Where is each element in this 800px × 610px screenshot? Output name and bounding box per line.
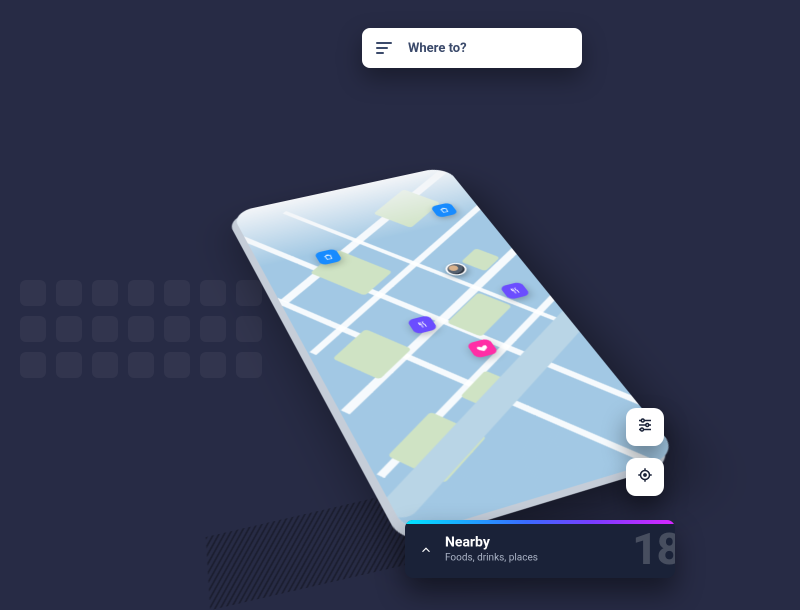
nearby-title: Nearby: [445, 535, 538, 551]
nearby-card[interactable]: Nearby Foods, drinks, places 18: [405, 520, 675, 578]
crosshair-icon: [636, 466, 654, 488]
utensils-icon: [413, 318, 431, 332]
search-bar[interactable]: Where to?: [362, 28, 582, 68]
map-view[interactable]: [231, 166, 679, 536]
map-road: [341, 210, 560, 414]
map-park: [333, 329, 412, 379]
map-road: [377, 253, 598, 478]
utensils-icon: [506, 284, 525, 297]
chevron-up-icon[interactable]: [419, 542, 433, 556]
shopping-bag-icon: [320, 251, 337, 263]
map-park: [460, 370, 526, 414]
filter-button[interactable]: [626, 408, 664, 446]
menu-icon[interactable]: [376, 42, 394, 54]
search-placeholder: Where to?: [408, 41, 467, 56]
phone-screen: [231, 166, 679, 536]
nearby-subtitle: Foods, drinks, places: [445, 553, 538, 564]
stage: [0, 0, 800, 600]
sliders-icon: [636, 416, 654, 438]
locate-button[interactable]: [626, 458, 664, 496]
shopping-bag-icon: [436, 205, 453, 216]
nearby-count: 18: [632, 523, 675, 575]
map-pin-favorite[interactable]: [466, 338, 499, 358]
nearby-text: Nearby Foods, drinks, places: [445, 535, 538, 564]
fab-stack: [626, 408, 664, 496]
map-fade: [231, 166, 485, 266]
phone-mockup: [231, 166, 679, 536]
map-park: [388, 412, 487, 483]
heart-icon: [473, 341, 492, 355]
